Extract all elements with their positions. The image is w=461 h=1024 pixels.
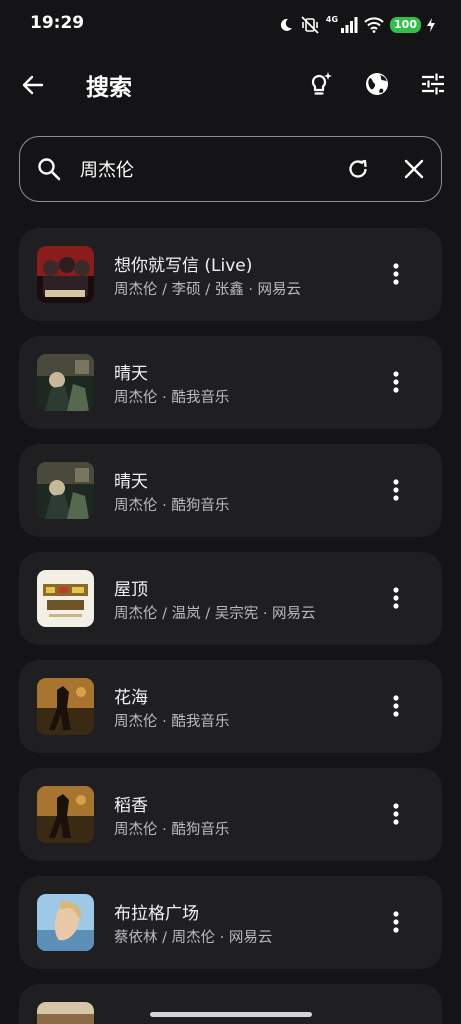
album-cover — [37, 1002, 94, 1024]
song-subtitle: 周杰伦 / 温岚 / 吴宗宪 · 网易云 — [114, 606, 316, 622]
battery-icon: 100 — [390, 17, 421, 33]
list-item[interactable]: 晴天 周杰伦 · 酷狗音乐 — [19, 444, 442, 537]
list-item[interactable]: 想你就写信 (Live) 周杰伦 / 李硕 / 张鑫 · 网易云 — [19, 228, 442, 321]
song-subtitle: 周杰伦 · 酷我音乐 — [114, 390, 230, 406]
back-button[interactable] — [18, 70, 48, 100]
more-vert-icon[interactable] — [382, 476, 410, 504]
more-vert-icon[interactable] — [382, 800, 410, 828]
tune-icon — [422, 73, 444, 95]
list-item[interactable]: 布拉格广场 蔡依林 / 周杰伦 · 网易云 — [19, 876, 442, 969]
song-subtitle: 周杰伦 · 酷我音乐 — [114, 714, 230, 730]
list-item[interactable]: 屋顶 周杰伦 / 温岚 / 吴宗宪 · 网易云 — [19, 552, 442, 645]
more-vert-icon[interactable] — [382, 368, 410, 396]
list-item[interactable]: 晴天 周杰伦 · 酷我音乐 — [19, 336, 442, 429]
song-subtitle: 周杰伦 / 李硕 / 张鑫 · 网易云 — [114, 282, 302, 298]
song-title: 屋顶 — [114, 580, 148, 600]
song-title: 想你就写信 (Live) — [114, 256, 253, 276]
more-vert-icon[interactable] — [382, 260, 410, 288]
back-arrow-icon — [22, 75, 44, 95]
signal-icon — [341, 17, 358, 33]
list-item[interactable]: 稻香 周杰伦 · 酷狗音乐 — [19, 768, 442, 861]
page-title: 搜索 — [86, 75, 132, 101]
network-type: 4G — [325, 14, 339, 24]
song-title: 晴天 — [114, 364, 148, 384]
suggestion-button[interactable] — [304, 69, 334, 99]
search-icon[interactable] — [36, 156, 62, 182]
album-cover — [37, 678, 94, 735]
home-indicator[interactable] — [150, 1012, 312, 1017]
status-time: 19:29 — [30, 13, 85, 33]
search-bar[interactable] — [19, 136, 442, 202]
list-item-partial[interactable] — [19, 984, 442, 1024]
moon-icon — [280, 18, 292, 31]
album-cover — [37, 894, 94, 951]
album-cover — [37, 462, 94, 519]
song-title: 布拉格广场 — [114, 904, 199, 924]
app-bar: 搜索 — [0, 56, 461, 112]
song-title: 晴天 — [114, 472, 148, 492]
lightbulb-sparkle-icon — [311, 72, 332, 95]
mute-vibrate-icon — [301, 16, 319, 34]
source-button[interactable] — [362, 69, 392, 99]
album-cover — [37, 786, 94, 843]
song-subtitle: 蔡依林 / 周杰伦 · 网易云 — [114, 930, 273, 946]
charging-icon — [427, 18, 435, 32]
song-title: 稻香 — [114, 796, 148, 816]
close-icon[interactable] — [401, 156, 427, 182]
more-vert-icon[interactable] — [382, 584, 410, 612]
wifi-icon — [364, 17, 384, 33]
song-title: 花海 — [114, 688, 148, 708]
album-cover — [37, 570, 94, 627]
more-vert-icon[interactable] — [382, 692, 410, 720]
status-icons: 4G 100 — [278, 14, 435, 36]
list-item[interactable]: 花海 周杰伦 · 酷我音乐 — [19, 660, 442, 753]
filter-button[interactable] — [418, 69, 448, 99]
status-bar: 19:29 4G 100 — [0, 0, 461, 50]
search-input[interactable] — [80, 153, 320, 185]
song-subtitle: 周杰伦 · 酷狗音乐 — [114, 822, 230, 838]
more-vert-icon[interactable] — [382, 908, 410, 936]
globe-icon — [366, 73, 388, 95]
refresh-icon[interactable] — [345, 156, 371, 182]
album-cover — [37, 246, 94, 303]
album-cover — [37, 354, 94, 411]
song-subtitle: 周杰伦 · 酷狗音乐 — [114, 498, 230, 514]
